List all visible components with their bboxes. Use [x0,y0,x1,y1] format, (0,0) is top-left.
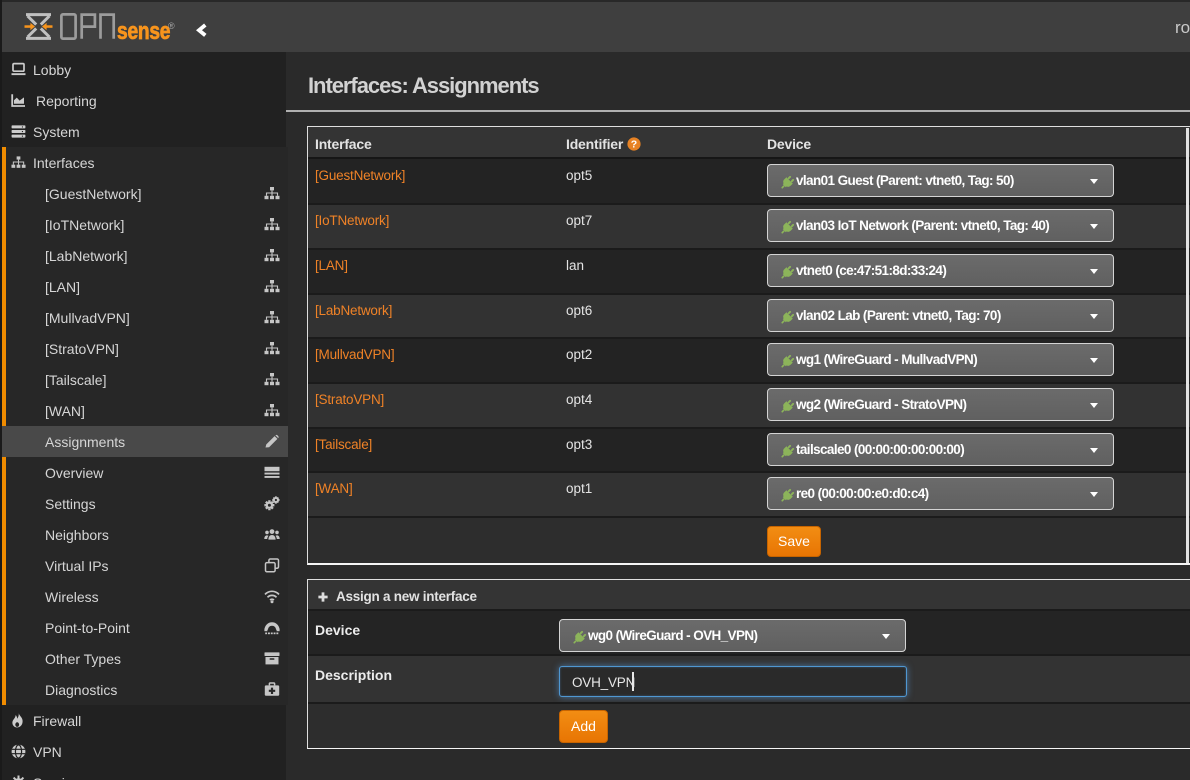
svg-text:?: ? [631,139,637,151]
